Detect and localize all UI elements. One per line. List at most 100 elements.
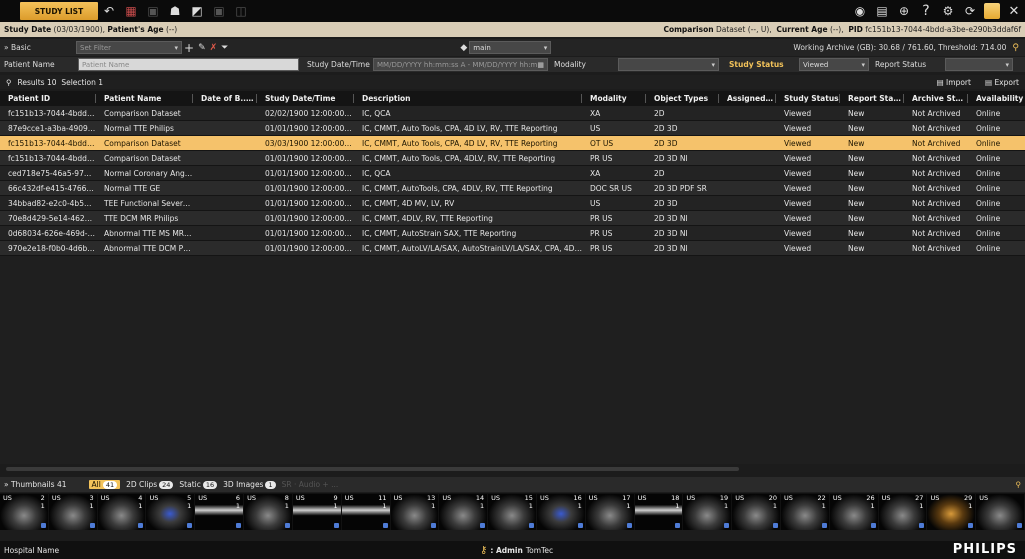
table-row[interactable]: 87e9cce1-a3ba-4909-b... Normal TTE Philip… <box>0 121 1025 136</box>
clip-icon <box>138 523 144 528</box>
thumbnail-frames: 1 <box>431 502 436 510</box>
import-button[interactable]: ▤ Import <box>937 78 971 87</box>
layout-icon[interactable]: ◫ <box>232 2 250 20</box>
refresh-icon[interactable]: ⟳ <box>961 2 979 20</box>
location-dropdown[interactable]: main <box>469 41 552 54</box>
column-header[interactable]: Assigned to <box>719 94 776 103</box>
thumbnail-filter-chip[interactable]: Static 16 <box>179 480 218 489</box>
thumbnail[interactable]: US 6 1 <box>195 494 244 530</box>
set-filter-dropdown[interactable]: Set Filter <box>76 41 182 54</box>
table-row[interactable]: fc151b13-7044-4bdd-a... Comparison Datase… <box>0 151 1025 166</box>
clip-icon <box>187 523 193 528</box>
thumbnail[interactable]: US 13 1 <box>390 494 439 530</box>
table-row[interactable]: 66c432df-e415-4766-a... Normal TTE GE 01/0… <box>0 181 1025 196</box>
help-icon[interactable]: ? <box>917 2 935 20</box>
table-cell: 34bbad82-e2c0-4b53-9... <box>8 198 96 208</box>
patient-name-input[interactable]: Patient Name <box>78 58 299 71</box>
basic-toggle[interactable]: » Basic <box>4 43 76 52</box>
thumbnail-filter-chip[interactable]: All 41 <box>88 480 121 489</box>
table-cell: New <box>848 168 865 178</box>
thumbnail[interactable]: US <box>976 494 1025 530</box>
thumbnail[interactable]: US 9 1 <box>292 494 341 530</box>
thumbnail[interactable]: US 15 1 <box>488 494 536 530</box>
study-status-dropdown[interactable]: Viewed <box>799 58 869 71</box>
report-icon[interactable]: ▦ <box>122 2 140 20</box>
table-cell: 2D 3D <box>654 198 678 208</box>
thumbnail-filter-chip[interactable]: 2D Clips 24 <box>126 480 174 489</box>
column-header[interactable]: Archive Stat... <box>904 94 968 103</box>
thumbnail[interactable]: US 3 1 <box>48 494 97 530</box>
thumbnail[interactable]: US 14 1 <box>439 494 488 530</box>
thumbnail[interactable]: US 8 1 <box>244 494 292 530</box>
table-row[interactable]: 34bbad82-e2c0-4b53-9... TEE Functional Se… <box>0 196 1025 211</box>
column-header[interactable]: Study Status <box>776 94 840 103</box>
document-icon[interactable]: ▤ <box>873 2 891 20</box>
add-filter-icon[interactable]: + <box>184 41 194 55</box>
table-row[interactable]: fc151b13-7044-4bdd-a... Comparison Datase… <box>0 106 1025 121</box>
table-row[interactable]: 0d68034-626e-469d-9ff... Abnormal TTE MS … <box>0 226 1025 241</box>
patient-icon[interactable]: ☗ <box>166 2 184 20</box>
column-header[interactable]: Date of B... ↑ <box>193 94 257 103</box>
pin-icon[interactable]: ⚲ <box>1012 43 1019 53</box>
column-header[interactable]: Object Types <box>646 94 719 103</box>
edit-filter-icon[interactable]: ✎ <box>198 43 206 53</box>
table-row[interactable]: 970e2e18-f0b0-4d6b-b... Abnormal TTE DCM … <box>0 241 1025 256</box>
study-list-button[interactable]: STUDY LIST <box>20 2 98 20</box>
table-cell: TEE Functional Severe ... <box>104 198 193 208</box>
table-row[interactable]: fc151b13-7044-4bdd-a... Comparison Datase… <box>0 136 1025 151</box>
thumbnail[interactable]: US 19 1 <box>683 494 732 530</box>
thumbnail-frames: 1 <box>821 502 826 510</box>
thumbnails-toggle[interactable]: » Thumbnails 41 <box>4 480 67 489</box>
table-row[interactable]: ced718e75-46a5-9773-... Normal Coronary A… <box>0 166 1025 181</box>
thumbnail-number: 14 1 <box>476 494 484 510</box>
review-icon[interactable]: ▣ <box>144 2 162 20</box>
thumbnail[interactable]: US 11 1 <box>341 494 390 530</box>
export-button[interactable]: ▤ Export <box>985 78 1019 87</box>
eye-icon[interactable]: ◉ <box>851 2 869 20</box>
thumbnail[interactable]: US 22 1 <box>781 494 829 530</box>
back-icon[interactable]: ↶ <box>100 2 118 20</box>
funnel-icon[interactable]: ⏷ <box>221 43 228 53</box>
thumbnail[interactable]: US 16 1 <box>536 494 585 530</box>
thumbnail[interactable]: US 18 1 <box>634 494 683 530</box>
close-icon[interactable]: ✕ <box>1005 2 1023 20</box>
thumbnail-filters: All 41 2D Clips 24 Static 16 3D Images 1 <box>88 480 276 489</box>
chip-label: 3D Images <box>223 480 264 489</box>
gear-icon[interactable]: ⚙ <box>939 2 957 20</box>
clear-filter-icon[interactable]: ✗ <box>210 43 218 53</box>
pin-icon[interactable]: ⚲ <box>1016 480 1022 489</box>
modality-dropdown[interactable] <box>618 58 719 71</box>
network-icon[interactable]: ⊕ <box>895 2 913 20</box>
column-header[interactable]: Description <box>354 94 582 103</box>
thumbnail[interactable]: US 17 1 <box>585 494 634 530</box>
thumbnail-filter-chip[interactable]: 3D Images 1 <box>223 480 276 489</box>
clip-icon <box>626 523 632 528</box>
report-status-dropdown[interactable] <box>945 58 1013 71</box>
thumbnail[interactable]: US 2 1 <box>0 494 48 530</box>
column-header[interactable]: Study Date/Time <box>257 94 354 103</box>
column-header[interactable]: Report Status <box>840 94 904 103</box>
notes-icon[interactable] <box>984 3 1000 19</box>
horizontal-scrollbar[interactable] <box>6 467 739 471</box>
thumbnail[interactable]: US 20 1 <box>732 494 780 530</box>
thumbnail-modality: US <box>491 494 501 502</box>
selection-count: 1 <box>98 77 104 87</box>
thumbnail[interactable]: US 26 1 <box>829 494 878 530</box>
table-row[interactable]: 70e8d429-5e14-4626-8... TTE DCM MR Philip… <box>0 211 1025 226</box>
calendar-icon[interactable]: ▦ <box>537 61 544 69</box>
column-header[interactable]: Patient Name <box>96 94 193 103</box>
thumbnail[interactable]: US 5 1 <box>146 494 195 530</box>
table-cell: fc151b13-7044-4bdd-a... <box>8 153 96 163</box>
thumbnail[interactable]: US 4 1 <box>97 494 146 530</box>
table-cell: 2D 3D NI <box>654 213 688 223</box>
column-header[interactable]: Modality <box>582 94 646 103</box>
column-header[interactable]: Patient ID <box>0 94 96 103</box>
thumbnail[interactable]: US 27 1 <box>878 494 927 530</box>
clip-icon <box>870 523 876 528</box>
compare-icon[interactable]: ▣ <box>210 2 228 20</box>
study-datetime-input[interactable]: MM/DD/YYYY hh:mm:ss A - MM/DD/YYYY hh:mm… <box>373 58 548 71</box>
thumbnail[interactable]: US 29 1 <box>927 494 976 530</box>
measure-icon[interactable]: ◩ <box>188 2 206 20</box>
table-cell: Not Archived <box>912 108 961 118</box>
column-header[interactable]: Availability <box>968 94 1025 103</box>
